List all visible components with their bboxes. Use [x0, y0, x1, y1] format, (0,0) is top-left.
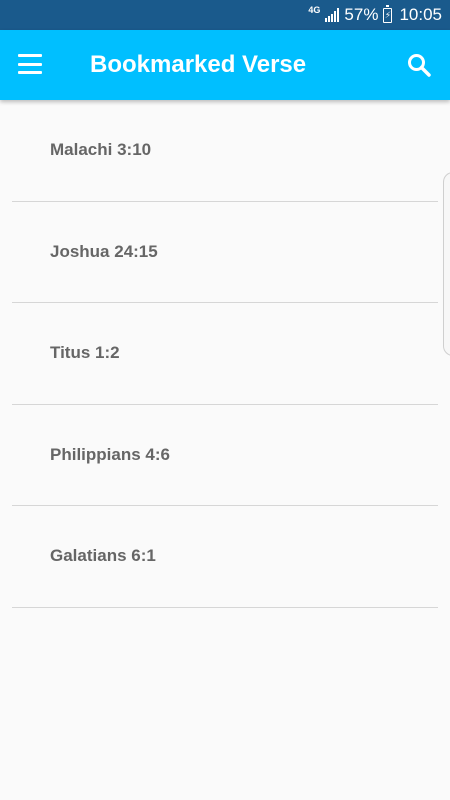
menu-icon[interactable] [18, 54, 42, 74]
status-bar: 4G 57% ⚡ 10:05 [0, 0, 450, 30]
list-item[interactable]: Joshua 24:15 [12, 202, 438, 303]
status-icons: 4G 57% ⚡ 10:05 [308, 0, 442, 30]
bookmark-list: Malachi 3:10 Joshua 24:15 Titus 1:2 Phil… [0, 100, 450, 608]
edge-panel-handle[interactable] [443, 172, 450, 356]
list-item[interactable]: Galatians 6:1 [12, 506, 438, 608]
status-time: 10:05 [399, 5, 442, 24]
list-item[interactable]: Malachi 3:10 [12, 100, 438, 202]
verse-reference: Galatians 6:1 [50, 546, 156, 565]
battery-percent: 57% [344, 5, 379, 24]
verse-reference: Malachi 3:10 [50, 140, 152, 159]
verse-reference: Joshua 24:15 [50, 241, 158, 261]
list-item[interactable]: Philippians 4:6 [12, 405, 438, 506]
verse-reference: Philippians 4:6 [50, 444, 170, 464]
signal-strength-icon [325, 8, 340, 22]
verse-reference: Titus 1:2 [50, 343, 120, 362]
battery-icon: ⚡ [383, 4, 393, 23]
list-item[interactable]: Titus 1:2 [12, 303, 438, 405]
search-icon[interactable] [406, 52, 432, 78]
page-title: Bookmarked Verse [90, 51, 307, 78]
app-bar: Bookmarked Verse [0, 30, 450, 100]
network-type-label: 4G [308, 5, 321, 15]
charging-icon: ⚡ [384, 9, 392, 20]
